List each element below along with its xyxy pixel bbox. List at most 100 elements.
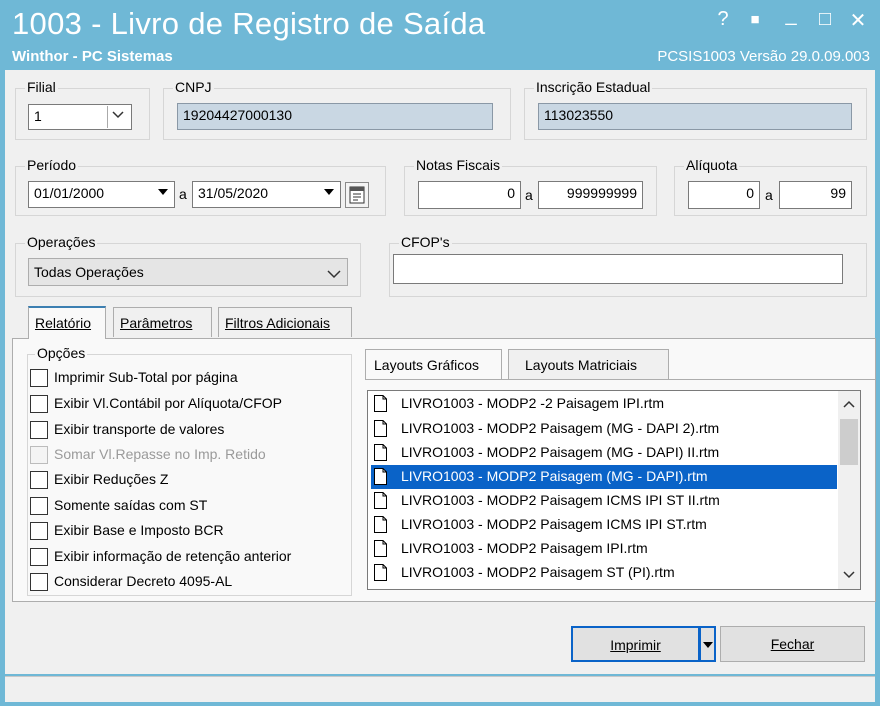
cnpj-field: 19204427000130 bbox=[177, 103, 493, 130]
tab-filtros-label: Filtros Adicionais bbox=[225, 315, 331, 331]
tab-relatorio-label: Relatório bbox=[35, 315, 92, 331]
cfop-field[interactable] bbox=[393, 254, 843, 284]
ie-field: 113023550 bbox=[538, 103, 852, 130]
list-item-label: LIVRO1003 - MODP2 Paisagem (MG - DAPI).r… bbox=[401, 468, 708, 484]
document-icon bbox=[374, 444, 387, 461]
filial-value: 1 bbox=[34, 108, 42, 124]
document-icon bbox=[374, 420, 387, 437]
checkbox-label: Imprimir Sub-Total por página bbox=[54, 369, 238, 385]
minimize-button[interactable]: _ bbox=[778, 4, 804, 27]
list-item-label: LIVRO1003 - MODP2 -2 Paisagem IPI.rtm bbox=[401, 395, 664, 411]
chevron-down-icon[interactable] bbox=[327, 266, 341, 282]
document-icon bbox=[374, 395, 387, 412]
document-icon bbox=[374, 492, 387, 509]
checkbox-label: Exibir Base e Imposto BCR bbox=[54, 522, 224, 538]
scroll-thumb[interactable] bbox=[840, 419, 858, 465]
tab-layouts-graficos[interactable]: Layouts Gráficos bbox=[365, 349, 502, 379]
ie-label: Inscrição Estadual bbox=[534, 79, 653, 95]
list-item-label: LIVRO1003 - MODP2 Paisagem (MG - DAPI) I… bbox=[401, 444, 720, 460]
list-item[interactable]: LIVRO1003 - MODP2 Paisagem ICMS IPI ST.r… bbox=[371, 513, 837, 537]
checkbox-box[interactable] bbox=[30, 522, 48, 540]
date-from-dropdown-icon[interactable] bbox=[153, 183, 173, 205]
fechar-button[interactable]: Fechar bbox=[720, 626, 865, 662]
aliquota-to-field[interactable]: 99 bbox=[779, 181, 852, 209]
checkbox-label: Considerar Decreto 4095-AL bbox=[54, 573, 233, 589]
checkbox-box[interactable] bbox=[30, 573, 48, 591]
caret-down-icon bbox=[703, 642, 713, 648]
periodo-sep: a bbox=[179, 186, 187, 202]
layout-tabs-divider bbox=[365, 379, 875, 380]
list-item-label: LIVRO1003 - MODP2 Paisagem ST (PI).rtm bbox=[401, 564, 675, 580]
chevron-down-icon[interactable] bbox=[107, 106, 127, 128]
list-item-label: LIVRO1003 - MODP2 Paisagem IPI.rtm bbox=[401, 540, 648, 556]
tab-parametros-label: Parâmetros bbox=[120, 315, 193, 331]
list-item[interactable]: LIVRO1003 - MODP2 -2 Paisagem IPI.rtm bbox=[371, 392, 837, 416]
tab-layouts-matriciais-label: Layouts Matriciais bbox=[525, 357, 638, 373]
list-scrollbar[interactable] bbox=[838, 391, 860, 589]
imprimir-button[interactable]: Imprimir bbox=[571, 626, 700, 662]
periodo-label: Período bbox=[25, 157, 79, 173]
fechar-label: Fechar bbox=[770, 636, 815, 652]
imprimir-dropdown-button[interactable] bbox=[699, 626, 716, 662]
version-label: PCSIS1003 Versão 29.0.09.003 bbox=[657, 48, 870, 65]
checkbox-box[interactable] bbox=[30, 548, 48, 566]
list-item[interactable]: LIVRO1003 - MODP2 Paisagem (MG - DAPI) I… bbox=[371, 441, 837, 465]
help-button[interactable]: ? bbox=[710, 8, 736, 31]
checkbox-label: Exibir informação de retenção anterior bbox=[54, 548, 292, 564]
tab-layouts-matriciais[interactable]: Layouts Matriciais bbox=[508, 349, 669, 379]
checkbox-label: Exibir Vl.Contábil por Alíquota/CFOP bbox=[54, 395, 282, 411]
checkbox-box[interactable] bbox=[30, 369, 48, 387]
document-icon bbox=[374, 516, 387, 533]
checkbox-box bbox=[30, 446, 48, 464]
notas-sep: a bbox=[525, 187, 533, 203]
scroll-down-icon[interactable] bbox=[843, 571, 855, 579]
list-item[interactable]: LIVRO1003 - MODP2 Paisagem ICMS IPI ST I… bbox=[371, 489, 837, 513]
notas-to-field[interactable]: 999999999 bbox=[538, 181, 643, 209]
notas-from-field[interactable]: 0 bbox=[418, 181, 521, 209]
aliquota-from-field[interactable]: 0 bbox=[688, 181, 760, 209]
list-item-label: LIVRO1003 - MODP2 Paisagem ICMS IPI ST I… bbox=[401, 492, 720, 508]
title-bar: 1003 - Livro de Registro de Saída Wintho… bbox=[0, 0, 880, 70]
list-item[interactable]: LIVRO1003 - MODP2 Paisagem IPI.rtm bbox=[371, 537, 837, 561]
tab-parametros[interactable]: Parâmetros bbox=[113, 307, 212, 337]
checkbox-box[interactable] bbox=[30, 421, 48, 439]
tab-filtros-adicionais[interactable]: Filtros Adicionais bbox=[218, 307, 352, 337]
calendar-icon[interactable] bbox=[345, 182, 369, 208]
close-button[interactable]: ✕ bbox=[845, 8, 871, 33]
opcoes-label: Opções bbox=[35, 345, 88, 361]
theme-button[interactable]: ■ bbox=[742, 11, 768, 28]
maximize-button[interactable]: □ bbox=[812, 8, 838, 31]
cnpj-label: CNPJ bbox=[173, 79, 214, 95]
list-item-label: LIVRO1003 - MODP2 Paisagem ICMS IPI ST.r… bbox=[401, 516, 707, 532]
date-to-dropdown-icon[interactable] bbox=[319, 183, 339, 205]
notas-label: Notas Fiscais bbox=[414, 157, 503, 173]
imprimir-label: Imprimir bbox=[610, 637, 661, 653]
operacoes-value: Todas Operações bbox=[34, 264, 144, 280]
periodo-from-value: 01/01/2000 bbox=[34, 185, 105, 201]
checkbox-label: Somar Vl.Repasse no Imp. Retido bbox=[54, 446, 266, 462]
tab-relatorio[interactable]: Relatório bbox=[28, 306, 106, 339]
aliquota-label: Alíquota bbox=[684, 157, 740, 173]
layouts-list[interactable]: LIVRO1003 - MODP2 -2 Paisagem IPI.rtm LI… bbox=[367, 390, 861, 590]
status-bar bbox=[5, 676, 875, 702]
list-item-label: LIVRO1003 - MODP2 Paisagem (MG - DAPI 2)… bbox=[401, 420, 720, 436]
checkbox-label: Exibir transporte de valores bbox=[54, 421, 225, 437]
list-item-selected[interactable]: LIVRO1003 - MODP2 Paisagem (MG - DAPI).r… bbox=[371, 465, 837, 489]
checkbox-label: Somente saídas com ST bbox=[54, 497, 208, 513]
scroll-up-icon[interactable] bbox=[843, 400, 855, 408]
filial-label: Filial bbox=[25, 79, 58, 95]
checkbox-box[interactable] bbox=[30, 395, 48, 413]
operacoes-label: Operações bbox=[25, 234, 98, 250]
periodo-to-value: 31/05/2020 bbox=[198, 185, 269, 201]
operacoes-select[interactable]: Todas Operações bbox=[28, 258, 348, 286]
cfop-label: CFOP's bbox=[399, 234, 452, 250]
list-item[interactable]: LIVRO1003 - MODP2 Paisagem (MG - DAPI 2)… bbox=[371, 417, 837, 441]
document-icon bbox=[374, 564, 387, 581]
document-icon bbox=[374, 468, 387, 485]
tab-layouts-graficos-label: Layouts Gráficos bbox=[374, 357, 480, 373]
checkbox-label: Exibir Reduções Z bbox=[54, 471, 169, 487]
window-subtitle: Winthor - PC Sistemas bbox=[12, 48, 173, 65]
list-item[interactable]: LIVRO1003 - MODP2 Paisagem ST (PI).rtm bbox=[371, 561, 837, 585]
checkbox-box[interactable] bbox=[30, 497, 48, 515]
checkbox-box[interactable] bbox=[30, 471, 48, 489]
